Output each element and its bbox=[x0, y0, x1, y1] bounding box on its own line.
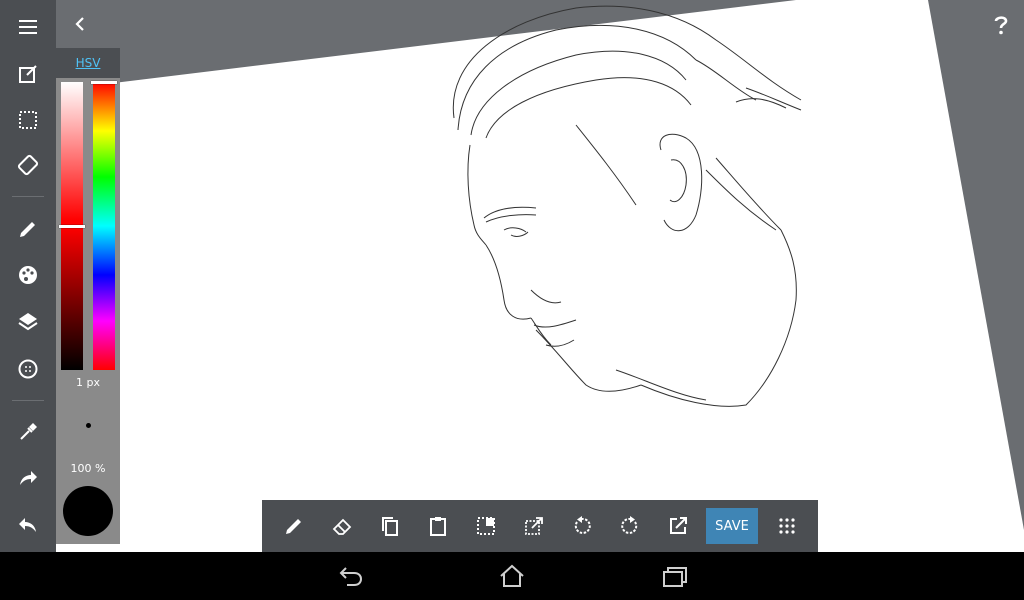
layers-button[interactable] bbox=[8, 301, 48, 341]
eyedropper-button[interactable] bbox=[8, 412, 48, 452]
home-icon bbox=[500, 564, 524, 587]
menu-button[interactable] bbox=[8, 7, 48, 47]
redo-button[interactable] bbox=[8, 458, 48, 498]
collapse-panel-button[interactable] bbox=[62, 6, 98, 42]
save-button[interactable]: SAVE bbox=[706, 508, 758, 544]
pencil-icon bbox=[286, 519, 301, 534]
dial-button[interactable] bbox=[8, 349, 48, 389]
brush-size-label: 1 px bbox=[76, 376, 100, 389]
left-toolbar bbox=[0, 0, 56, 552]
recents-icon bbox=[663, 567, 687, 587]
select-button[interactable] bbox=[8, 100, 48, 140]
transform-selection-button[interactable] bbox=[514, 506, 554, 546]
select-icon bbox=[477, 517, 495, 535]
rotate-right-icon bbox=[621, 516, 638, 534]
color-mode-header: HSV bbox=[56, 48, 120, 78]
current-color-swatch[interactable] bbox=[63, 486, 113, 536]
dial-icon bbox=[18, 359, 38, 379]
toolbar-divider bbox=[12, 400, 44, 401]
system-nav-bar bbox=[0, 552, 1024, 600]
help-button[interactable] bbox=[984, 8, 1018, 42]
saturation-slider-thumb[interactable] bbox=[59, 224, 85, 228]
opacity-label: 100 % bbox=[70, 462, 106, 475]
eraser-icon bbox=[332, 518, 352, 535]
drawing-canvas[interactable] bbox=[56, 0, 1024, 552]
copy-icon bbox=[382, 517, 398, 536]
saturation-slider[interactable] bbox=[59, 82, 85, 370]
rotate-right-button[interactable] bbox=[610, 506, 650, 546]
select-icon bbox=[19, 111, 37, 129]
bottom-toolbar: SAVE bbox=[262, 500, 818, 552]
paste-icon bbox=[430, 517, 446, 536]
copy-button[interactable] bbox=[370, 506, 410, 546]
paper-sheet bbox=[56, 0, 1024, 552]
pencil-icon bbox=[20, 222, 35, 237]
pencil-tool-button[interactable] bbox=[274, 506, 314, 546]
toolbar-divider bbox=[12, 196, 44, 197]
rotate-left-icon bbox=[574, 516, 591, 534]
nav-back-button[interactable] bbox=[331, 560, 371, 592]
undo-button[interactable] bbox=[8, 505, 48, 545]
hue-slider-thumb[interactable] bbox=[91, 80, 117, 84]
external-icon bbox=[670, 517, 687, 534]
chevron-left-icon bbox=[75, 17, 84, 31]
paste-button[interactable] bbox=[418, 506, 458, 546]
color-panel: HSV 1 px 100 % bbox=[56, 48, 120, 544]
brush-preview bbox=[86, 423, 91, 428]
hue-slider[interactable] bbox=[91, 80, 117, 370]
back-icon bbox=[339, 567, 363, 586]
palette-button[interactable] bbox=[8, 255, 48, 295]
layers-icon bbox=[18, 313, 38, 331]
redo-icon bbox=[20, 471, 37, 485]
select-area-button[interactable] bbox=[466, 506, 506, 546]
more-tools-button[interactable] bbox=[767, 506, 807, 546]
nav-recents-button[interactable] bbox=[654, 560, 694, 592]
transform-icon bbox=[17, 154, 39, 176]
export-button[interactable] bbox=[658, 506, 698, 546]
undo-icon bbox=[19, 518, 36, 532]
eraser-tool-button[interactable] bbox=[322, 506, 362, 546]
help-icon bbox=[994, 16, 1008, 35]
grid-icon bbox=[779, 518, 795, 534]
transform-icon bbox=[525, 517, 543, 535]
color-mode-toggle[interactable]: HSV bbox=[76, 56, 101, 70]
menu-icon bbox=[19, 20, 37, 34]
eyedropper-icon bbox=[20, 423, 37, 440]
edit-icon bbox=[19, 65, 37, 83]
pencil-button[interactable] bbox=[8, 209, 48, 249]
nav-home-button[interactable] bbox=[492, 560, 532, 592]
transform-button[interactable] bbox=[8, 145, 48, 185]
palette-icon bbox=[19, 266, 37, 284]
rotate-left-button[interactable] bbox=[562, 506, 602, 546]
edit-button[interactable] bbox=[8, 54, 48, 94]
